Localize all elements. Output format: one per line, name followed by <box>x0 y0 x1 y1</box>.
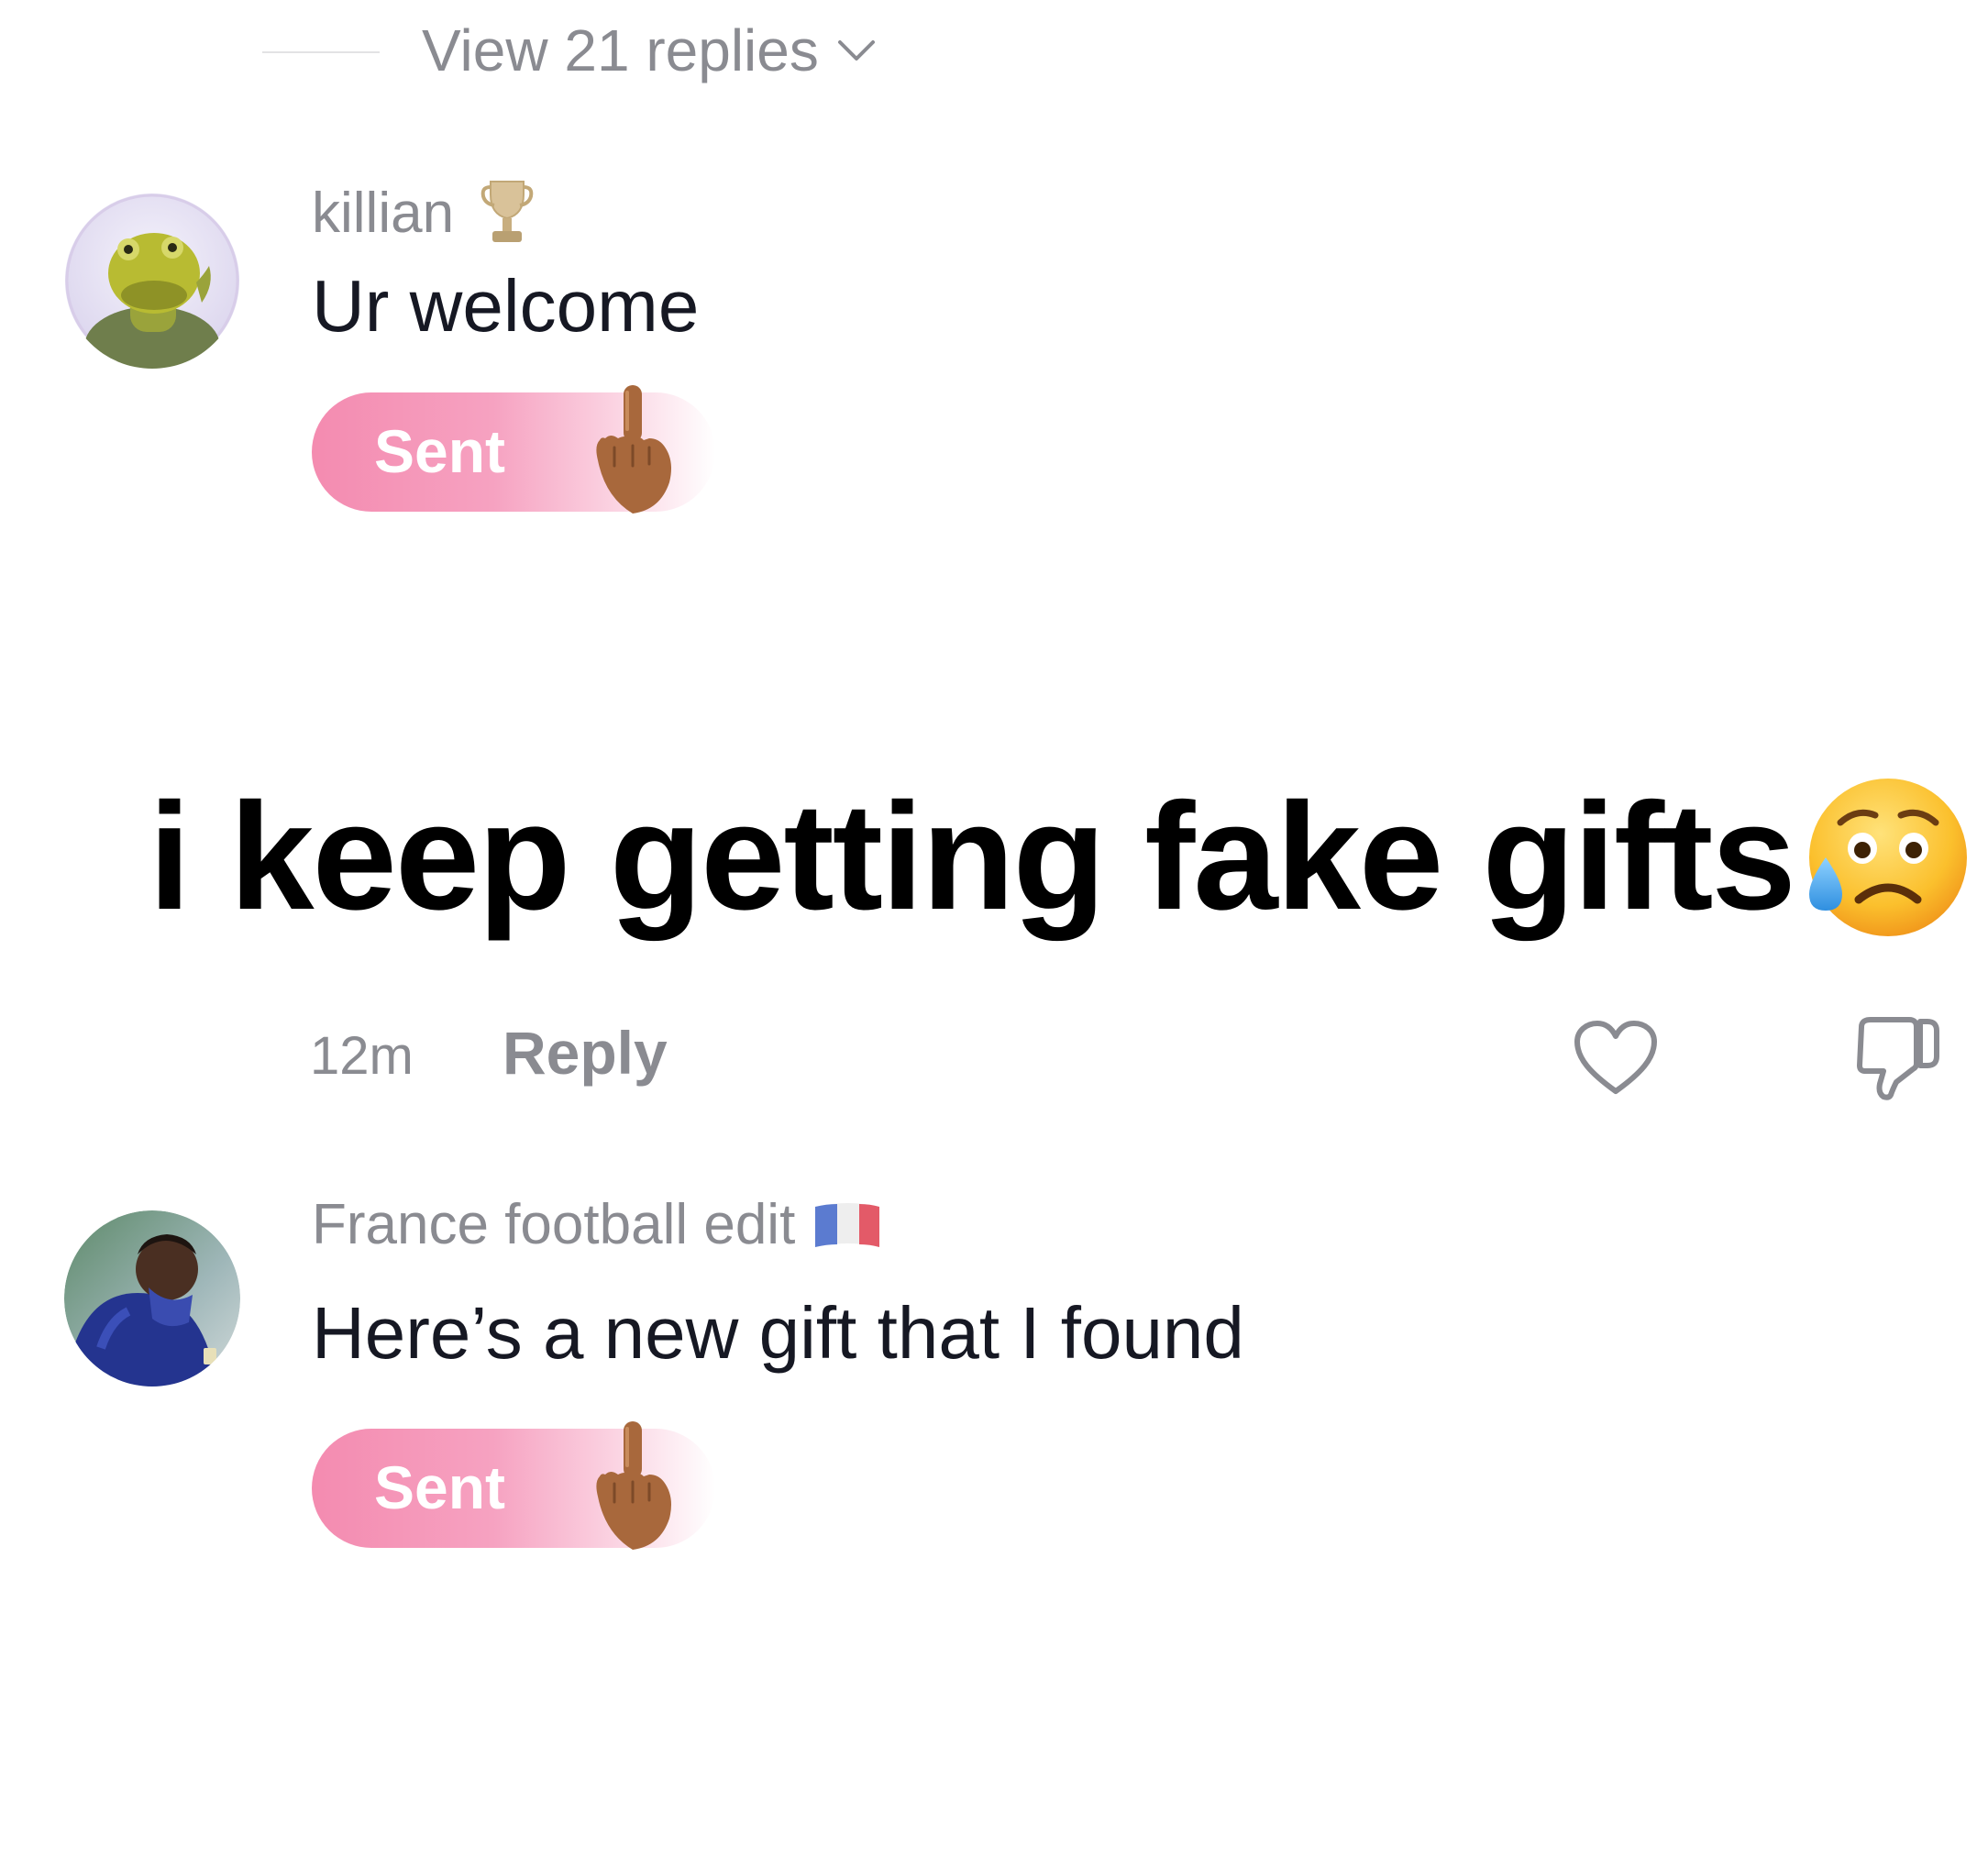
comment-username[interactable]: France football edit <box>312 1192 883 1257</box>
overlay-caption: i keep getting fake gifts <box>149 770 1971 945</box>
middle-finger-emoji <box>596 385 671 514</box>
heart-icon[interactable] <box>1572 1018 1660 1097</box>
trophy-icon <box>480 181 534 242</box>
gift-sent-badge: Sent <box>312 385 715 514</box>
reply-button[interactable]: Reply <box>503 1018 668 1088</box>
middle-finger-emoji <box>596 1421 671 1550</box>
sad-sweat-face-emoji <box>1808 779 1967 936</box>
comment-text: Ur welcome <box>312 265 700 347</box>
caption-text: i keep getting fake gifts <box>149 772 1796 942</box>
chevron-down-icon <box>837 40 875 61</box>
replies-divider <box>262 51 380 53</box>
avatar[interactable] <box>64 1210 240 1386</box>
comment-timestamp: 12m <box>310 1026 414 1086</box>
gift-status-label: Sent <box>374 417 506 485</box>
avatar[interactable] <box>64 193 240 369</box>
view-replies-label: View 21 replies <box>422 17 819 83</box>
gift-status-label: Sent <box>374 1453 506 1521</box>
france-flag-icon <box>815 1202 880 1247</box>
view-replies-button[interactable]: View 21 replies <box>422 17 876 84</box>
thumbs-down-icon[interactable] <box>1852 1014 1944 1102</box>
comment-username[interactable]: killian <box>312 178 535 248</box>
comment-text: Here’s a new gift that I found <box>312 1292 1244 1374</box>
gift-sent-badge: Sent <box>312 1421 715 1550</box>
